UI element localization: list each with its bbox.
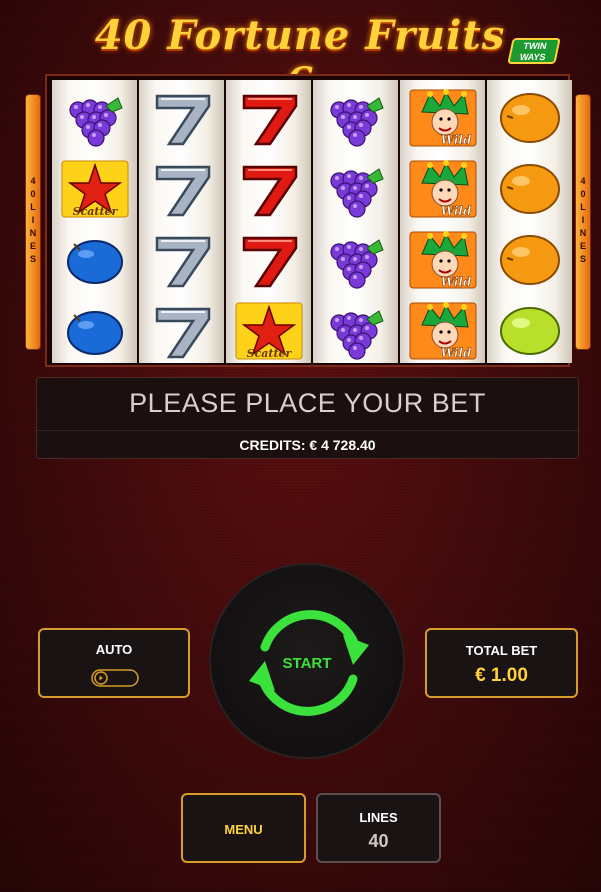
lines-indicator-right: 4 0 LINES bbox=[575, 94, 591, 350]
symbol-joker-wild: Wild bbox=[400, 154, 485, 224]
lines-indicator-char: L bbox=[580, 202, 586, 212]
symbol-seven-red bbox=[226, 225, 311, 295]
auto-toggle[interactable] bbox=[91, 668, 139, 688]
total-bet-button[interactable]: TOTAL BET € 1.00 bbox=[425, 628, 578, 698]
symbol-grapes bbox=[313, 296, 398, 366]
symbol-seven-silver bbox=[139, 154, 224, 224]
lines-indicator-char: 0 bbox=[580, 189, 586, 199]
svg-text:Scatter: Scatter bbox=[246, 347, 292, 360]
symbol-lime bbox=[487, 296, 572, 366]
status-message: PLEASE PLACE YOUR BET bbox=[129, 388, 486, 418]
menu-label: MENU bbox=[224, 822, 263, 837]
reel-1: Scatter bbox=[52, 80, 137, 363]
lines-indicator-char: N bbox=[579, 228, 587, 238]
reel-6 bbox=[487, 80, 572, 363]
lines-indicator-char: S bbox=[579, 254, 586, 264]
symbol-plum bbox=[52, 296, 137, 366]
lines-value: 40 bbox=[368, 831, 389, 851]
lines-indicator-char: 0 bbox=[30, 189, 36, 199]
lines-indicator-char: E bbox=[579, 241, 586, 251]
auto-button[interactable]: AUTO bbox=[38, 628, 190, 698]
symbol-plum bbox=[52, 225, 137, 295]
total-bet-value: € 1.00 bbox=[475, 665, 528, 686]
svg-text:Scatter: Scatter bbox=[72, 205, 118, 218]
auto-label: AUTO bbox=[95, 642, 133, 657]
symbol-grapes bbox=[313, 83, 398, 153]
total-bet-label: TOTAL BET bbox=[465, 643, 538, 658]
start-button[interactable]: START bbox=[209, 563, 405, 759]
reel-3: Scatter bbox=[226, 80, 311, 363]
reel-5: Wild Wild Wild Wild bbox=[400, 80, 485, 363]
game-screen: 40 Fortune Fruits 6 TWIN WAYS 40LINES 40… bbox=[0, 0, 601, 892]
reel-area: Scatter Scatter Wild Wild Wild Wild bbox=[45, 74, 572, 367]
lines-indicator-char: E bbox=[29, 241, 36, 251]
symbol-grapes bbox=[313, 154, 398, 224]
lines-indicator-char: I bbox=[31, 215, 35, 225]
symbol-seven-silver bbox=[139, 225, 224, 295]
symbol-orange bbox=[487, 83, 572, 153]
credits-display: CREDITS: € 4 728.40 bbox=[239, 437, 376, 453]
svg-text:Wild: Wild bbox=[440, 204, 471, 218]
svg-text:Wild: Wild bbox=[440, 346, 471, 360]
lines-indicator-char: S bbox=[29, 254, 36, 264]
lines-indicator-char: N bbox=[29, 228, 37, 238]
symbol-orange bbox=[487, 154, 572, 224]
symbol-joker-wild: Wild bbox=[400, 296, 485, 366]
symbol-grapes bbox=[313, 225, 398, 295]
badge-line2: WAYS bbox=[518, 52, 547, 62]
symbol-orange bbox=[487, 225, 572, 295]
lines-indicator-char: 4 bbox=[580, 176, 586, 186]
lines-indicator-char: 4 bbox=[30, 176, 36, 186]
symbol-seven-red bbox=[226, 154, 311, 224]
lines-label: LINES bbox=[359, 810, 398, 825]
reel-4 bbox=[313, 80, 398, 363]
lines-button[interactable]: LINES 40 bbox=[316, 793, 441, 863]
symbol-seven-red bbox=[226, 83, 311, 153]
symbol-scatter-star: Scatter bbox=[226, 296, 311, 366]
lines-indicator-char: I bbox=[581, 215, 585, 225]
menu-button[interactable]: MENU bbox=[181, 793, 306, 863]
symbol-seven-silver bbox=[139, 296, 224, 366]
symbol-joker-wild: Wild bbox=[400, 83, 485, 153]
lines-indicator-left: 4 0 LINES bbox=[25, 94, 41, 350]
game-title: 40 Fortune Fruits 6 bbox=[94, 12, 506, 106]
message-panel: PLEASE PLACE YOUR BET CREDITS: € 4 728.4… bbox=[36, 377, 579, 459]
reel-2 bbox=[139, 80, 224, 363]
svg-text:Wild: Wild bbox=[440, 133, 471, 147]
message-divider bbox=[37, 430, 578, 431]
start-label: START bbox=[282, 655, 332, 672]
symbol-joker-wild: Wild bbox=[400, 225, 485, 295]
symbol-grapes bbox=[52, 83, 137, 153]
symbol-scatter-star: Scatter bbox=[52, 154, 137, 224]
badge-line1: TWIN bbox=[522, 41, 548, 51]
svg-text:Wild: Wild bbox=[440, 275, 471, 289]
symbol-seven-silver bbox=[139, 83, 224, 153]
lines-indicator-char: L bbox=[30, 202, 36, 212]
twin-ways-badge: TWIN WAYS bbox=[507, 38, 561, 64]
